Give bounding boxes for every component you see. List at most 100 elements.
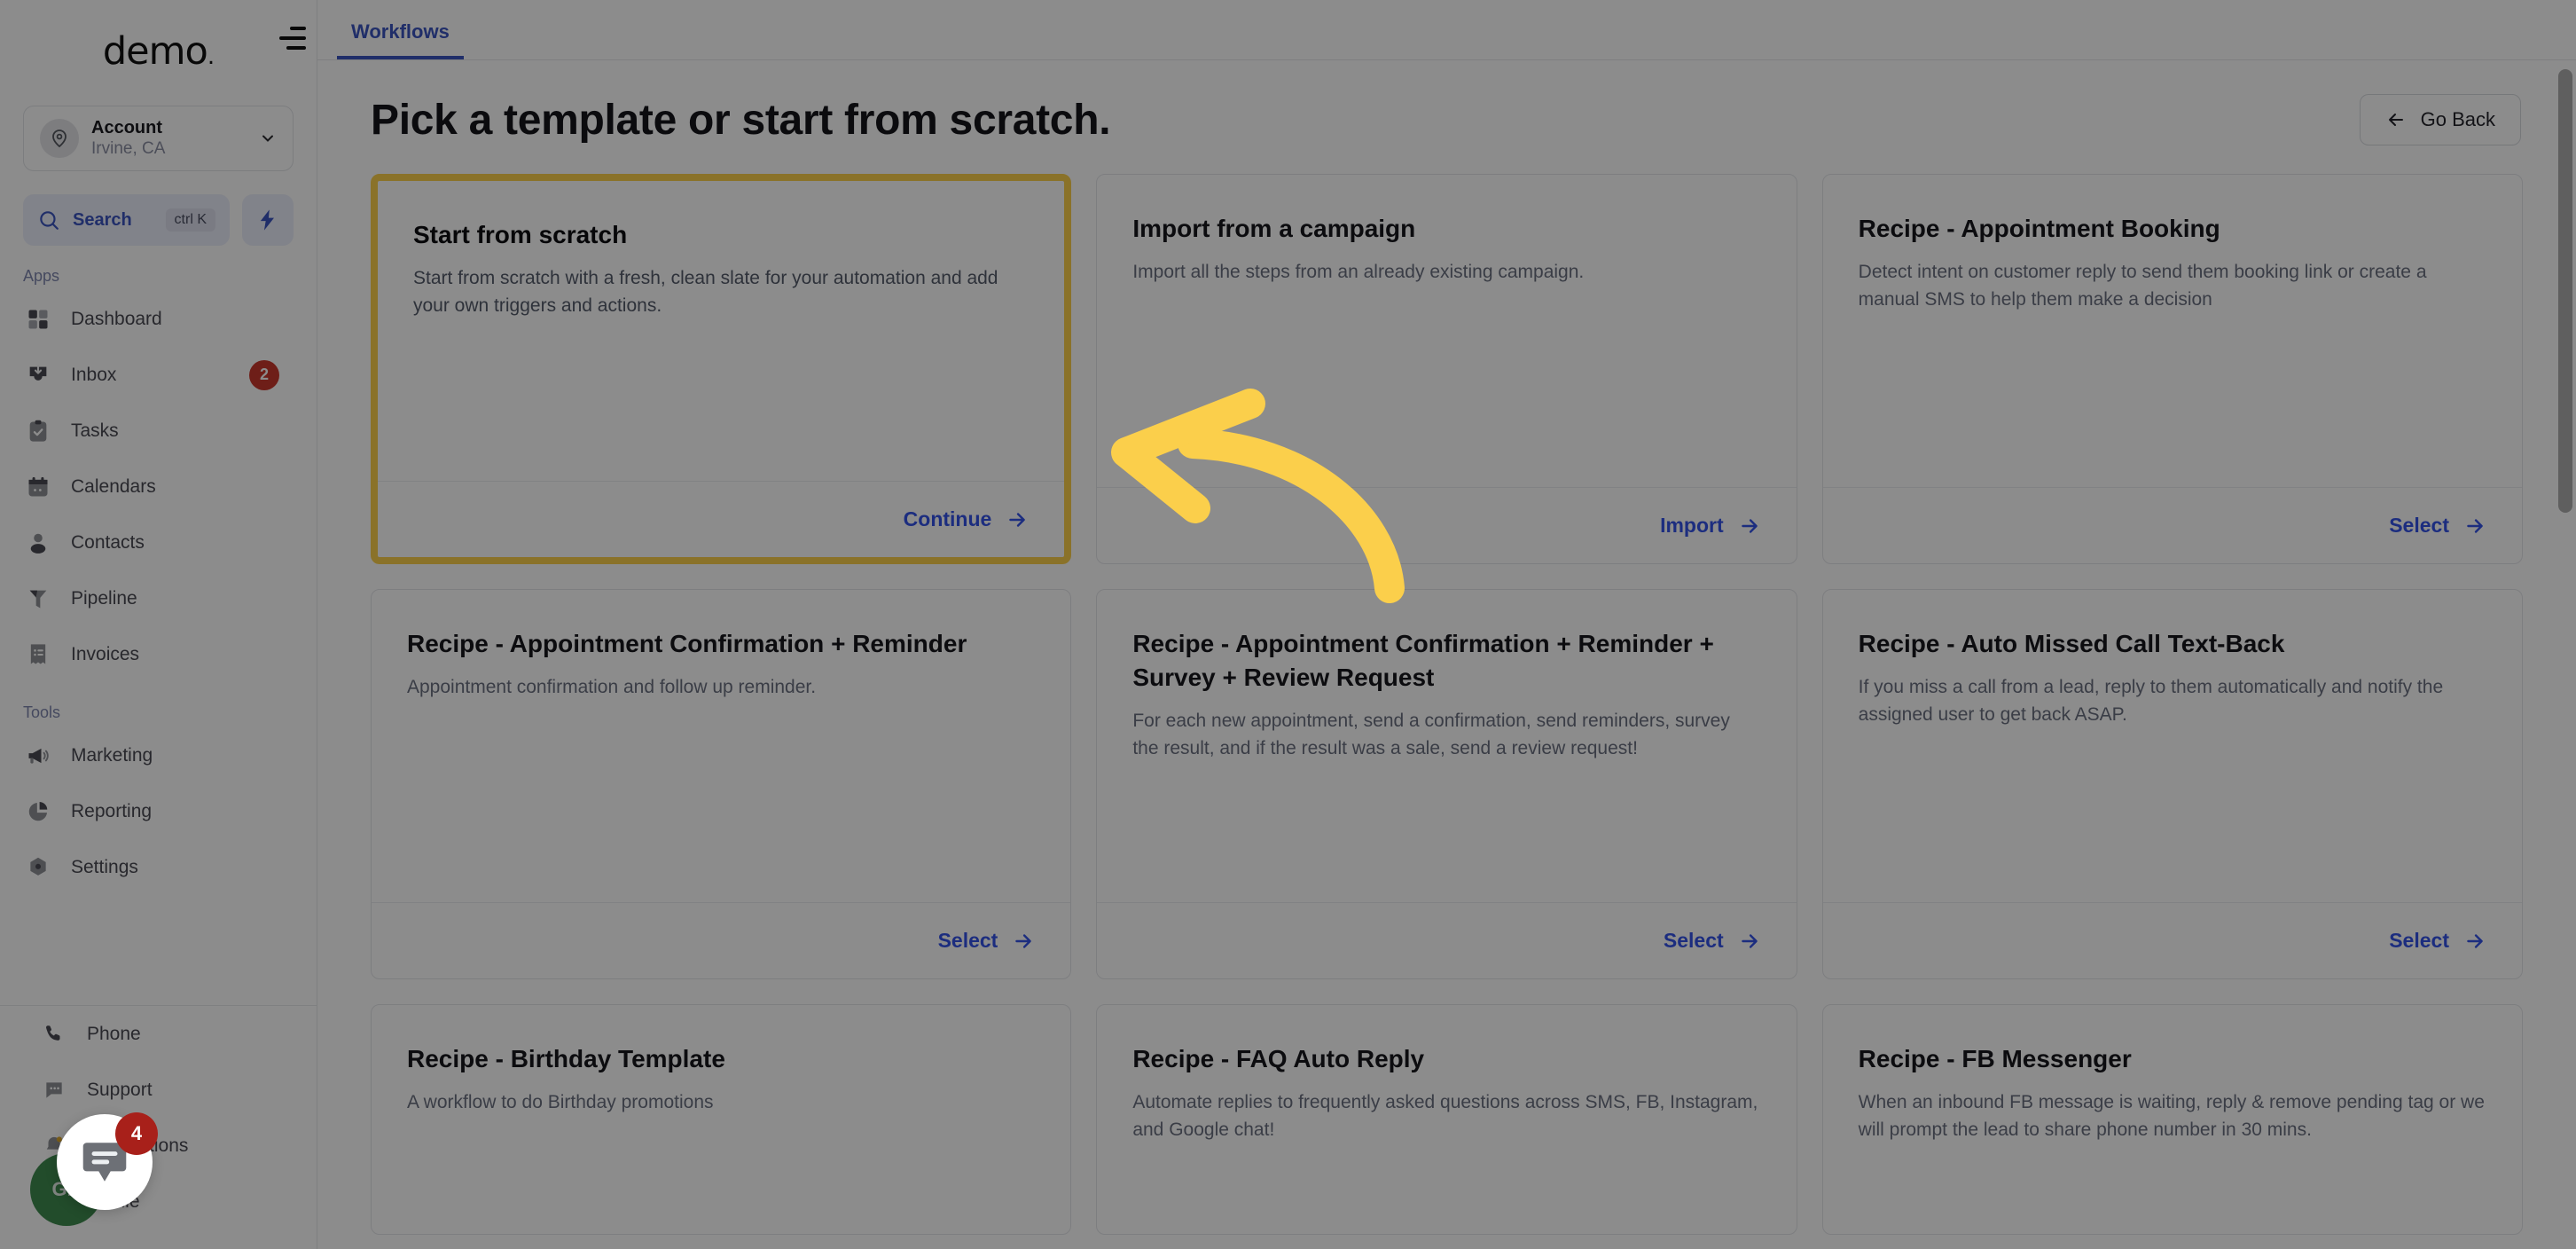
card-title: Recipe - Auto Missed Call Text-Back — [1858, 630, 2285, 657]
card-title: Recipe - Appointment Booking — [1858, 215, 2220, 242]
sidebar-item-inbox[interactable]: Inbox 2 — [0, 347, 317, 403]
card-body: Recipe - FAQ Auto Reply Automate replies… — [1097, 1005, 1796, 1234]
card-description: When an inbound FB message is waiting, r… — [1858, 1091, 2485, 1141]
account-name: Account — [91, 118, 162, 138]
card-footer: Select — [1097, 902, 1797, 978]
select-button[interactable]: Select — [2389, 929, 2486, 953]
sidebar-item-settings[interactable]: Settings — [0, 839, 317, 895]
select-button[interactable]: Select — [938, 929, 1036, 953]
card-description: A workflow to do Birthday promotions — [407, 1091, 714, 1112]
lightning-bolt-icon[interactable] — [242, 194, 294, 246]
template-card-fb-messenger[interactable]: Recipe - FB Messenger When an inbound FB… — [1821, 1004, 2523, 1235]
template-card-import-from-campaign[interactable]: Import from a campaign Import all the st… — [1096, 174, 1797, 564]
card-title: Recipe - FAQ Auto Reply — [1132, 1045, 1425, 1072]
card-description: Automate replies to frequently asked que… — [1132, 1091, 1758, 1141]
app-logo-dot: . — [207, 43, 215, 70]
search-icon — [40, 211, 59, 230]
sidebar-item-invoices[interactable]: Invoices — [0, 626, 317, 682]
template-card-birthday-template[interactable]: Recipe - Birthday Template A workflow to… — [371, 1004, 1072, 1235]
select-button[interactable]: Select — [1664, 929, 1761, 953]
template-card-start-from-scratch[interactable]: Start from scratch Start from scratch wi… — [371, 174, 1072, 564]
card-title: Recipe - Appointment Confirmation + Remi… — [1132, 630, 1714, 691]
import-button[interactable]: Import — [1660, 514, 1761, 538]
template-card-auto-missed-call-text-back[interactable]: Recipe - Auto Missed Call Text-Back If y… — [1821, 589, 2523, 979]
sidebar-item-dashboard[interactable]: Dashboard — [0, 291, 317, 347]
select-button[interactable]: Select — [2389, 514, 2486, 538]
chevron-down-icon — [262, 135, 273, 142]
template-card-confirmation-reminder-survey-review[interactable]: Recipe - Appointment Confirmation + Remi… — [1096, 589, 1797, 979]
sidebar-item-label: Settings — [71, 856, 138, 877]
arrow-right-icon — [1741, 933, 1758, 948]
card-title: Recipe - FB Messenger — [1858, 1045, 2132, 1072]
scrollbar-thumb[interactable] — [2558, 69, 2572, 513]
page-header: Pick a template or start from scratch. G… — [317, 60, 2576, 145]
card-footer: Continue — [378, 481, 1065, 557]
sidebar-item-pipeline[interactable]: Pipeline — [0, 570, 317, 626]
inbox-unread-badge: 2 — [249, 359, 279, 390]
megaphone-icon — [23, 741, 53, 771]
sidebar-item-label: Tasks — [71, 420, 119, 441]
template-card-appointment-confirmation-reminder[interactable]: Recipe - Appointment Confirmation + Remi… — [371, 589, 1072, 979]
card-action-label: Select — [1663, 929, 1724, 952]
sidebar-item-phone[interactable]: Phone — [0, 1006, 317, 1062]
arrow-right-icon — [2467, 933, 2483, 948]
card-description: Appointment confirmation and follow up r… — [407, 676, 817, 697]
nav-section-apps-label: Apps — [23, 267, 60, 285]
sidebar-item-contacts[interactable]: Contacts — [0, 515, 317, 570]
page-scrollbar[interactable] — [2558, 60, 2572, 1249]
clipboard-check-icon — [23, 416, 53, 446]
account-text: Account Irvine, CA — [91, 117, 247, 160]
collapse-menu-icon[interactable] — [272, 23, 306, 53]
account-location: Irvine, CA — [91, 139, 166, 159]
tab-workflows[interactable]: Workflows — [337, 20, 464, 59]
sidebar-item-label: Inbox — [71, 364, 117, 385]
card-body: Recipe - FB Messenger When an inbound FB… — [1823, 1005, 2522, 1234]
sidebar-item-label: Phone — [87, 1023, 141, 1044]
invoice-icon — [23, 640, 53, 670]
sidebar-item-label: Dashboard — [71, 308, 162, 329]
card-body: Recipe - Appointment Confirmation + Remi… — [372, 590, 1070, 902]
template-grid: Start from scratch Start from scratch wi… — [317, 145, 2576, 979]
sidebar-item-label: Invoices — [71, 643, 140, 664]
chat-widget-button[interactable]: 4 — [57, 1112, 158, 1210]
template-card-faq-auto-reply[interactable]: Recipe - FAQ Auto Reply Automate replies… — [1096, 1004, 1797, 1235]
card-body: Import from a campaign Import all the st… — [1097, 175, 1796, 487]
card-footer: Import — [1097, 487, 1797, 563]
calendar-icon — [23, 472, 53, 502]
sidebar-item-support[interactable]: Support — [0, 1062, 317, 1118]
arrow-right-icon — [1741, 518, 1758, 533]
continue-button[interactable]: Continue — [904, 507, 1030, 531]
sidebar-item-label: Support — [87, 1079, 153, 1100]
card-footer: Select — [372, 902, 1071, 978]
template-card-appointment-booking[interactable]: Recipe - Appointment Booking Detect inte… — [1821, 174, 2523, 564]
sidebar-item-label: Marketing — [71, 744, 153, 766]
arrow-left-icon — [2388, 114, 2403, 126]
card-action-label: Import — [1660, 514, 1724, 537]
arrow-right-icon — [1009, 512, 1026, 527]
top-tab-bar: Workflows — [317, 0, 2576, 60]
grid-icon — [23, 304, 53, 334]
gear-icon — [23, 852, 53, 883]
sidebar-item-label: Contacts — [71, 531, 145, 553]
nav-section-tools-label: Tools — [23, 703, 61, 721]
account-switcher[interactable]: Account Irvine, CA — [23, 106, 294, 171]
sidebar-item-label: Reporting — [71, 800, 153, 821]
pie-chart-icon — [23, 797, 53, 827]
arrow-right-icon — [1015, 933, 1032, 948]
sidebar-item-marketing[interactable]: Marketing — [0, 727, 317, 783]
sidebar-item-calendars[interactable]: Calendars — [0, 459, 317, 515]
card-body: Start from scratch Start from scratch wi… — [378, 181, 1064, 481]
sidebar-item-reporting[interactable]: Reporting — [0, 783, 317, 839]
search-row: Search ctrl K — [0, 171, 317, 246]
card-title: Recipe - Birthday Template — [407, 1045, 725, 1072]
search-input[interactable]: Search ctrl K — [23, 194, 230, 246]
phone-icon — [39, 1019, 69, 1049]
user-icon — [23, 528, 53, 558]
card-body: Recipe - Appointment Booking Detect inte… — [1823, 175, 2522, 487]
search-label: Search — [73, 209, 132, 230]
sidebar-item-label: Pipeline — [71, 587, 137, 609]
go-back-button[interactable]: Go Back — [2359, 94, 2521, 145]
go-back-label: Go Back — [2420, 108, 2495, 130]
card-action-label: Select — [2389, 929, 2449, 952]
sidebar-item-tasks[interactable]: Tasks — [0, 403, 317, 459]
